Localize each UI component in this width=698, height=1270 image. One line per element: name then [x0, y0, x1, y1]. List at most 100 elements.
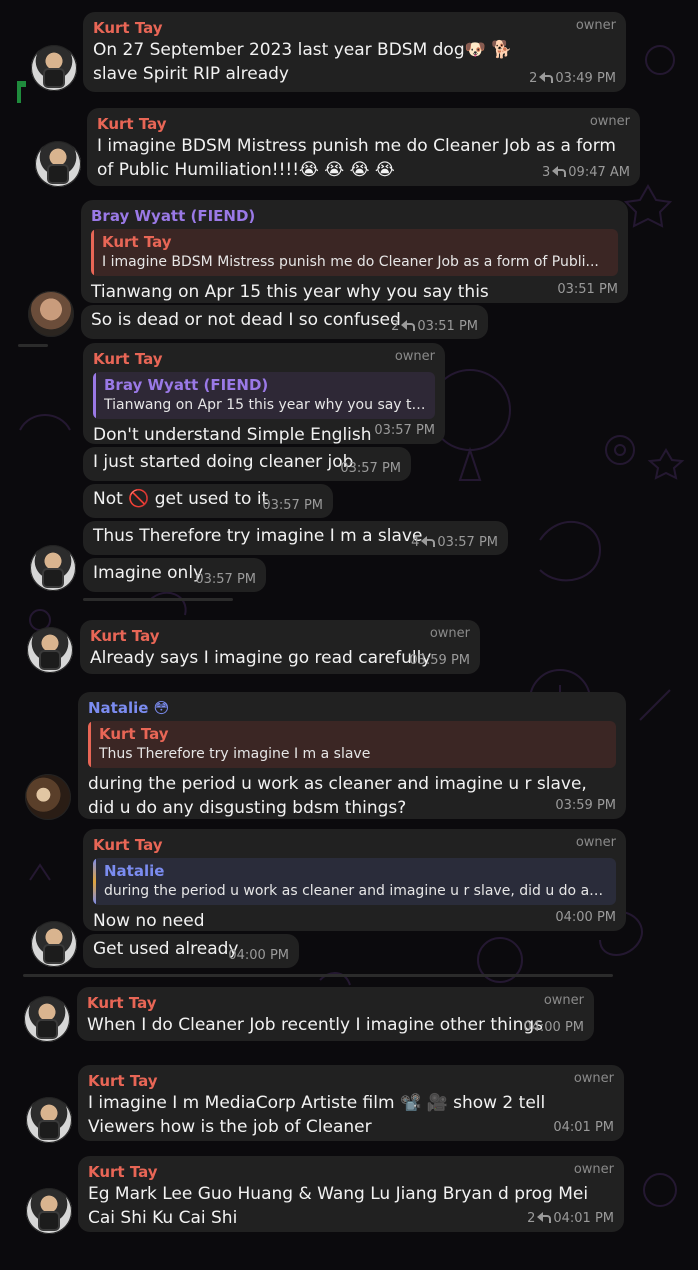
message-bubble[interactable]: Kurt Tay owner Natalie during the period…	[83, 829, 626, 931]
message-bubble[interactable]: Natalie 😳 Kurt Tay Thus Therefore try im…	[78, 692, 626, 819]
owner-badge: owner	[573, 1071, 614, 1086]
message-time: 03:57 PM	[262, 498, 323, 513]
owner-badge: owner	[589, 114, 630, 129]
owner-badge: owner	[394, 349, 435, 364]
message-time: 04:00 PM	[228, 948, 289, 963]
message-meta: 03:51 PM	[557, 282, 618, 297]
unread-marker	[17, 81, 26, 103]
sender-name[interactable]: Kurt Tay	[90, 626, 470, 646]
message-meta: 2 04:01 PM	[527, 1211, 614, 1226]
reply-count[interactable]: 2	[529, 71, 537, 86]
reply-count[interactable]: 2	[527, 1211, 535, 1226]
message-bubble[interactable]: Kurt Tay owner Already says I imagine go…	[80, 620, 480, 674]
reply-icon[interactable]	[421, 536, 436, 547]
reply-count[interactable]: 4	[411, 535, 419, 550]
avatar[interactable]	[31, 45, 77, 91]
quote-sender: Natalie	[104, 862, 165, 880]
message-text: during the period u work as cleaner and …	[88, 774, 587, 818]
message-text: I imagine I m MediaCorp Artiste film 📽️ …	[88, 1093, 546, 1137]
message-meta: 2 03:51 PM	[391, 319, 478, 334]
avatar[interactable]	[26, 1097, 72, 1143]
message-time: 04:01 PM	[553, 1211, 614, 1226]
sender-name[interactable]: Kurt Tay	[88, 1071, 614, 1091]
message-meta: 03:57 PM	[374, 423, 435, 438]
owner-badge: owner	[543, 993, 584, 1008]
sender-name[interactable]: Kurt Tay	[93, 18, 616, 38]
message-bubble[interactable]: Kurt Tay owner Bray Wyatt (FIEND) Tianwa…	[83, 343, 445, 445]
divider	[23, 974, 613, 977]
message-bubble[interactable]: Not 🚫 get used to it 03:57 PM	[83, 484, 333, 518]
reply-icon[interactable]	[401, 320, 416, 331]
owner-badge: owner	[575, 18, 616, 33]
avatar[interactable]	[27, 627, 73, 673]
owner-badge: owner	[575, 835, 616, 850]
message-bubble[interactable]: Bray Wyatt (FIEND) Kurt Tay I imagine BD…	[81, 200, 628, 303]
message-bubble[interactable]: Kurt Tay owner Eg Mark Lee Guo Huang & W…	[78, 1156, 624, 1232]
sender-name[interactable]: Kurt Tay	[93, 349, 435, 369]
message-time: 09:47 AM	[568, 165, 630, 180]
message-meta: 4 03:57 PM	[411, 535, 498, 550]
reply-icon[interactable]	[537, 1212, 552, 1223]
message-time: 04:01 PM	[553, 1120, 614, 1135]
message-bubble[interactable]: I just started doing cleaner job 03:57 P…	[83, 447, 411, 481]
message-bubble[interactable]: So is dead or not dead I so confused 2 03…	[81, 305, 488, 339]
reply-icon[interactable]	[539, 72, 554, 83]
message-time: 03:57 PM	[340, 461, 401, 476]
message-bubble[interactable]: Get used already 04:00 PM	[83, 934, 299, 968]
sender-name[interactable]: Bray Wyatt (FIEND)	[91, 206, 618, 226]
message-meta: 04:00 PM	[228, 948, 289, 963]
message-bubble[interactable]: Kurt Tay owner I imagine BDSM Mistress p…	[87, 108, 640, 186]
message-bubble[interactable]: Kurt Tay owner When I do Cleaner Job rec…	[77, 987, 594, 1041]
message-text: On 27 September 2023 last year BDSM dog🐶…	[93, 40, 513, 84]
reply-quote[interactable]: Kurt Tay Thus Therefore try imagine I m …	[88, 721, 616, 768]
reply-quote[interactable]: Bray Wyatt (FIEND) Tianwang on Apr 15 th…	[93, 372, 435, 419]
message-time: 03:57 PM	[437, 535, 498, 550]
message-meta: 04:00 PM	[555, 910, 616, 925]
sender-name[interactable]: Kurt Tay	[97, 114, 630, 134]
message-bubble[interactable]: Kurt Tay owner I imagine I m MediaCorp A…	[78, 1065, 624, 1141]
message-meta: 03:57 PM	[340, 461, 401, 476]
quote-text: Thus Therefore try imagine I m a slave	[99, 746, 371, 762]
message-meta: 03:59 PM	[555, 798, 616, 813]
message-text: Now no need	[93, 911, 205, 931]
quote-text: I imagine BDSM Mistress punish me do Cle…	[102, 254, 599, 270]
reply-quote[interactable]: Kurt Tay I imagine BDSM Mistress punish …	[91, 229, 618, 276]
sender-name[interactable]: Kurt Tay	[87, 993, 584, 1013]
owner-badge: owner	[429, 626, 470, 641]
message-meta: 03:57 PM	[195, 572, 256, 587]
reply-icon[interactable]	[552, 166, 567, 177]
quote-text: during the period u work as cleaner and …	[104, 883, 608, 899]
avatar[interactable]	[24, 996, 70, 1042]
message-time: 03:57 PM	[195, 572, 256, 587]
reply-count[interactable]: 3	[542, 165, 550, 180]
message-time: 04:00 PM	[555, 910, 616, 925]
sender-name[interactable]: Natalie 😳	[88, 698, 616, 718]
reply-count[interactable]: 2	[391, 319, 399, 334]
quote-sender: Kurt Tay	[102, 233, 172, 251]
message-time: 03:51 PM	[417, 319, 478, 334]
avatar[interactable]	[35, 141, 81, 187]
message-time: 04:00 PM	[523, 1020, 584, 1035]
avatar[interactable]	[28, 291, 74, 337]
message-bubble[interactable]: Thus Therefore try imagine I m a slave 4…	[83, 521, 508, 555]
sender-name[interactable]: Kurt Tay	[93, 835, 616, 855]
message-time: 03:57 PM	[374, 423, 435, 438]
message-text: When I do Cleaner Job recently I imagine…	[87, 1015, 543, 1035]
sender-name[interactable]: Kurt Tay	[88, 1162, 614, 1182]
message-time: 03:51 PM	[557, 282, 618, 297]
message-bubble[interactable]: Kurt Tay owner On 27 September 2023 last…	[83, 12, 626, 92]
message-bubble[interactable]: Imagine only 03:57 PM	[83, 558, 266, 592]
avatar[interactable]	[30, 545, 76, 591]
message-meta: 03:59 PM	[409, 653, 470, 668]
message-time: 03:49 PM	[555, 71, 616, 86]
message-time: 03:59 PM	[555, 798, 616, 813]
avatar[interactable]	[26, 1188, 72, 1234]
divider	[83, 598, 233, 601]
reply-quote[interactable]: Natalie during the period u work as clea…	[93, 858, 616, 905]
message-meta: 04:01 PM	[553, 1120, 614, 1135]
message-meta: 04:00 PM	[523, 1020, 584, 1035]
avatar[interactable]	[25, 774, 71, 820]
message-meta: 2 03:49 PM	[529, 71, 616, 86]
message-time: 03:59 PM	[409, 653, 470, 668]
avatar[interactable]	[31, 921, 77, 967]
